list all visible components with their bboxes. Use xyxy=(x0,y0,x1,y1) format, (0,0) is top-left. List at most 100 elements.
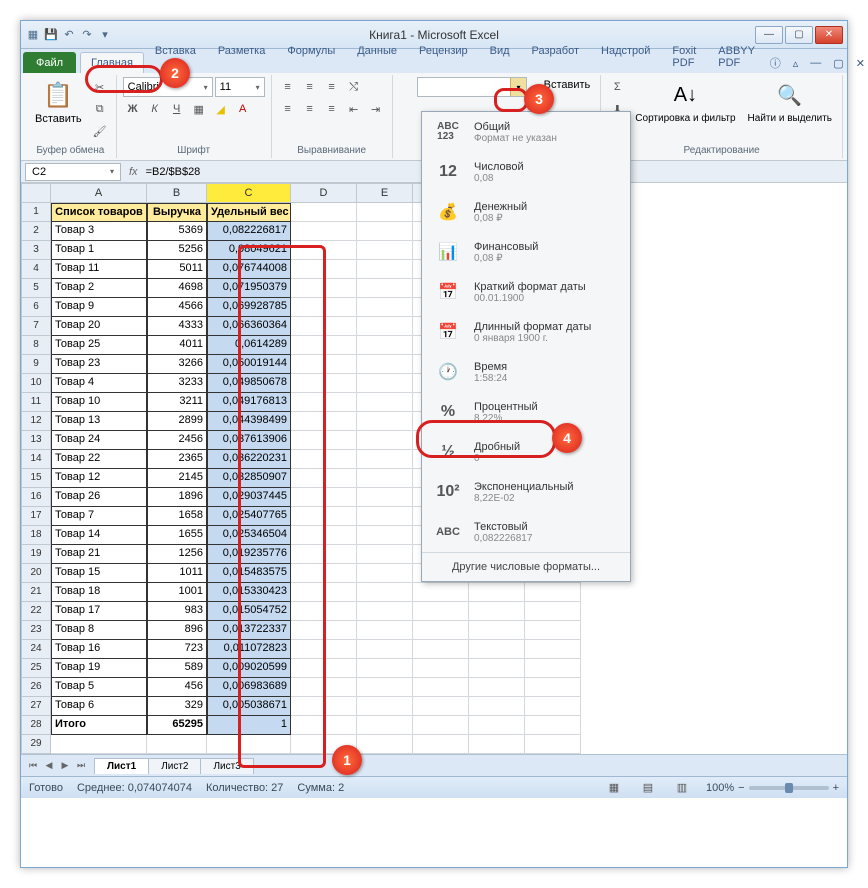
cell[interactable] xyxy=(469,640,525,659)
cell[interactable]: 0,009020599 xyxy=(207,659,291,678)
align-center-icon[interactable]: ≡ xyxy=(300,99,320,119)
cell[interactable] xyxy=(357,602,413,621)
cell[interactable]: 5011 xyxy=(147,260,207,279)
tab-Разметка[interactable]: Разметка xyxy=(207,40,277,73)
save-icon[interactable]: 💾 xyxy=(43,27,59,43)
rowhead[interactable]: 24 xyxy=(21,640,51,659)
rowhead[interactable]: 10 xyxy=(21,374,51,393)
cell[interactable] xyxy=(147,735,207,754)
cell[interactable]: 0,011072823 xyxy=(207,640,291,659)
cell[interactable] xyxy=(469,583,525,602)
colhead-c[interactable]: C xyxy=(207,183,291,203)
cell[interactable]: Товар 4 xyxy=(51,374,147,393)
cell[interactable] xyxy=(357,488,413,507)
cell[interactable]: 0,006983689 xyxy=(207,678,291,697)
cell[interactable]: 1011 xyxy=(147,564,207,583)
font-color-button[interactable]: A xyxy=(233,99,253,119)
tab-Разработ[interactable]: Разработ xyxy=(521,40,590,73)
cell[interactable] xyxy=(413,716,469,735)
cell[interactable] xyxy=(291,602,357,621)
cell[interactable] xyxy=(469,697,525,716)
rowhead[interactable]: 11 xyxy=(21,393,51,412)
rowhead[interactable]: 29 xyxy=(21,735,51,754)
rowhead[interactable]: 19 xyxy=(21,545,51,564)
fill-color-button[interactable]: ◢ xyxy=(211,99,231,119)
tab-nav-first-icon[interactable]: ⏮ xyxy=(25,758,41,774)
zoom-slider[interactable] xyxy=(749,786,829,790)
cell[interactable]: Товар 19 xyxy=(51,659,147,678)
cut-icon[interactable]: ✂ xyxy=(90,77,110,97)
cell[interactable] xyxy=(357,222,413,241)
cell[interactable]: 0,025407765 xyxy=(207,507,291,526)
cell[interactable] xyxy=(357,260,413,279)
cell[interactable]: Товар 7 xyxy=(51,507,147,526)
cell[interactable] xyxy=(357,298,413,317)
cell[interactable]: 0,013722337 xyxy=(207,621,291,640)
cell[interactable] xyxy=(291,564,357,583)
cell[interactable] xyxy=(413,735,469,754)
view-normal-icon[interactable]: ▦ xyxy=(604,778,624,798)
tab-Вид[interactable]: Вид xyxy=(479,40,521,73)
cell[interactable] xyxy=(525,621,581,640)
tab-Формулы[interactable]: Формулы xyxy=(276,40,346,73)
rowhead[interactable]: 4 xyxy=(21,260,51,279)
fmt-percent[interactable]: %Процентный8,22% xyxy=(422,392,630,432)
fmt-accounting[interactable]: 📊Финансовый0,08 ₽ xyxy=(422,232,630,272)
cell[interactable] xyxy=(413,659,469,678)
zoom-control[interactable]: 100% − + xyxy=(706,782,839,794)
cell[interactable]: 456 xyxy=(147,678,207,697)
cell[interactable] xyxy=(469,659,525,678)
rowhead[interactable]: 28 xyxy=(21,716,51,735)
tab-Рецензир[interactable]: Рецензир xyxy=(408,40,479,73)
rowhead[interactable]: 21 xyxy=(21,583,51,602)
cell[interactable] xyxy=(357,507,413,526)
fmt-fraction[interactable]: ½Дробный0 xyxy=(422,432,630,472)
cell[interactable] xyxy=(469,735,525,754)
qat-more-icon[interactable]: ▾ xyxy=(97,27,113,43)
cell[interactable] xyxy=(357,412,413,431)
cell[interactable]: Товар 9 xyxy=(51,298,147,317)
wb-close-icon[interactable]: ✕ xyxy=(852,55,868,72)
rowhead[interactable]: 5 xyxy=(21,279,51,298)
cell[interactable]: 0,015483575 xyxy=(207,564,291,583)
rowhead[interactable]: 8 xyxy=(21,336,51,355)
cell[interactable] xyxy=(357,336,413,355)
cell[interactable]: 2145 xyxy=(147,469,207,488)
cell[interactable] xyxy=(291,507,357,526)
cell[interactable] xyxy=(291,640,357,659)
cell[interactable]: 4333 xyxy=(147,317,207,336)
cell[interactable] xyxy=(291,488,357,507)
cell[interactable]: 1 xyxy=(207,716,291,735)
rowhead[interactable]: 13 xyxy=(21,431,51,450)
cell[interactable]: 0,0614289 xyxy=(207,336,291,355)
view-pagebreak-icon[interactable]: ▥ xyxy=(672,778,692,798)
number-format-combo[interactable]: ▾ xyxy=(417,77,527,97)
cell[interactable]: Выручка xyxy=(147,203,207,222)
cell[interactable] xyxy=(291,431,357,450)
cell[interactable] xyxy=(291,260,357,279)
cell[interactable]: 2456 xyxy=(147,431,207,450)
cell[interactable]: Товар 14 xyxy=(51,526,147,545)
view-layout-icon[interactable]: ▤ xyxy=(638,778,658,798)
cell[interactable] xyxy=(525,602,581,621)
cell[interactable]: 0,005038671 xyxy=(207,697,291,716)
cell[interactable] xyxy=(357,735,413,754)
cell[interactable] xyxy=(357,640,413,659)
cell[interactable] xyxy=(413,583,469,602)
tab-file[interactable]: Файл xyxy=(23,52,76,73)
cell[interactable] xyxy=(413,602,469,621)
cell[interactable] xyxy=(357,678,413,697)
cell[interactable]: Товар 11 xyxy=(51,260,147,279)
cell[interactable] xyxy=(207,735,291,754)
cell[interactable] xyxy=(291,222,357,241)
tab-Данные[interactable]: Данные xyxy=(346,40,408,73)
cell[interactable] xyxy=(291,298,357,317)
indent-dec-icon[interactable]: ⇤ xyxy=(344,99,364,119)
cell[interactable] xyxy=(357,203,413,222)
cell[interactable]: 0,015054752 xyxy=(207,602,291,621)
cell[interactable]: 723 xyxy=(147,640,207,659)
cell[interactable]: 5369 xyxy=(147,222,207,241)
cell[interactable]: 589 xyxy=(147,659,207,678)
cell[interactable]: Товар 16 xyxy=(51,640,147,659)
close-button[interactable]: ✕ xyxy=(815,26,843,44)
